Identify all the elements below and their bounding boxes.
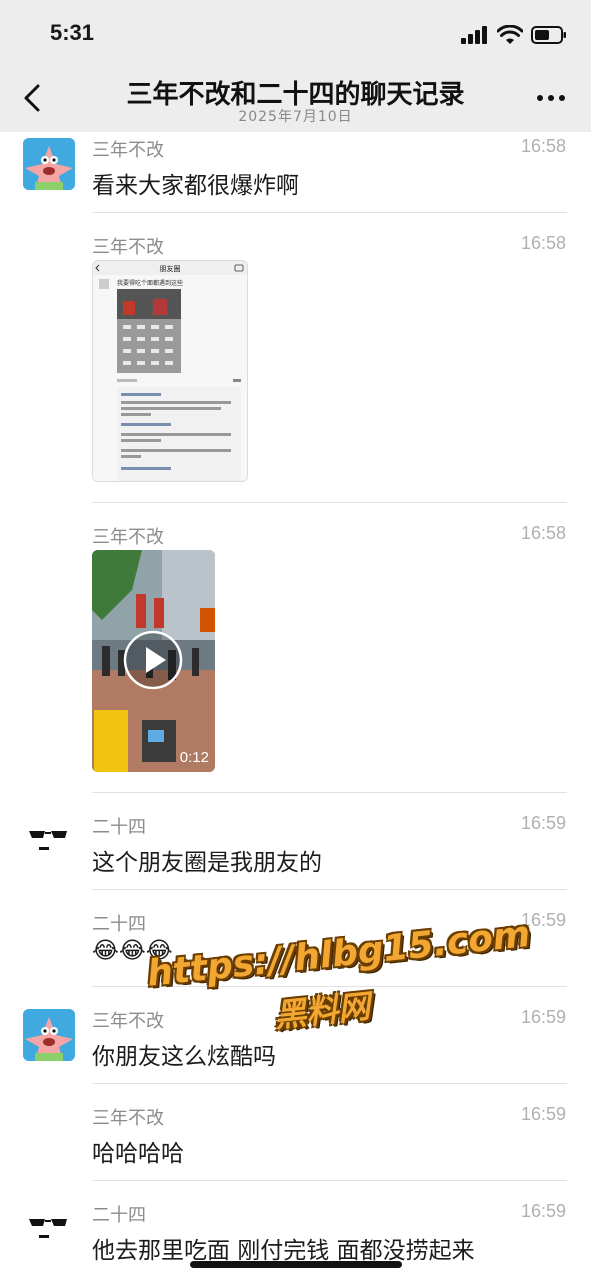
sender-name: 二十四 (92, 1205, 146, 1226)
message-time: 16:58 (520, 523, 566, 543)
sender-name: 三年不改 (92, 1108, 164, 1129)
sunglasses-face-avatar[interactable] (23, 1203, 75, 1255)
avatar-image (23, 815, 75, 867)
status-time: 5:31 (50, 20, 95, 45)
message-text: 他去那里吃面 刚付完钱 面都没捞起来 (92, 1238, 475, 1264)
more-dots-icon (537, 95, 565, 101)
message-item: 三年不改 16:59 哈哈哈哈 (0, 1085, 591, 1182)
wifi-icon (497, 25, 523, 44)
message-time: 16:59 (520, 813, 566, 833)
status-icons (461, 24, 567, 46)
message-time: 16:58 (520, 136, 566, 156)
divider (92, 212, 567, 213)
divider (92, 1180, 567, 1181)
image-message[interactable]: 朋友圈 我要得吃个面都遇到这些 (92, 260, 248, 482)
video-message[interactable]: 0:12 (92, 550, 215, 772)
avatar-image (23, 1009, 75, 1061)
home-indicator[interactable] (190, 1261, 402, 1268)
chat-history[interactable]: 三年不改 16:58 看来大家都很爆炸啊 三年不改 16:58 朋友圈 我要得吃… (0, 132, 591, 1280)
divider (92, 792, 567, 793)
signal-icon (461, 26, 487, 44)
image-header-text: 朋友圈 (160, 264, 181, 273)
video-thumbnail-image (92, 550, 215, 772)
message-item: 三年不改 16:58 看来大家都很爆炸啊 (0, 132, 591, 214)
message-time: 16:59 (520, 1007, 566, 1027)
divider (92, 502, 567, 503)
battery-icon (531, 26, 566, 44)
page-subtitle-date: 2025年7月10日 (238, 109, 353, 125)
message-text: 看来大家都很爆炸啊 (92, 173, 299, 199)
more-button[interactable] (531, 78, 571, 118)
patrick-star-avatar[interactable] (23, 138, 75, 190)
sunglasses-face-avatar[interactable] (23, 815, 75, 867)
message-item: 三年不改 16:58 0:12 (0, 504, 591, 794)
sender-name: 三年不改 (92, 237, 164, 258)
sender-name: 二十四 (92, 914, 146, 935)
message-item: 三年不改 16:58 朋友圈 我要得吃个面都遇到这些 (0, 214, 591, 504)
divider (92, 1083, 567, 1084)
message-text: 这个朋友圈是我朋友的 (92, 850, 322, 876)
status-bar: 5:31 (0, 0, 591, 62)
message-item: 二十四 16:59 这个朋友圈是我朋友的 (0, 794, 591, 891)
message-time: 16:59 (520, 1104, 566, 1124)
moments-screenshot-image: 朋友圈 我要得吃个面都遇到这些 (93, 261, 247, 481)
video-duration: 0:12 (179, 749, 209, 766)
message-time: 16:58 (520, 233, 566, 253)
divider (92, 889, 567, 890)
patrick-star-avatar[interactable] (23, 1009, 75, 1061)
sender-name: 二十四 (92, 817, 146, 838)
message-time: 16:59 (520, 1201, 566, 1221)
image-caption-text: 我要得吃个面都遇到这些 (117, 279, 183, 287)
avatar-image (23, 1203, 75, 1255)
avatar-image (23, 138, 75, 190)
sender-name: 三年不改 (92, 527, 164, 548)
message-text: 哈哈哈哈 (92, 1141, 184, 1167)
nav-bar: 三年不改和二十四的聊天记录 2025年7月10日 (0, 62, 591, 132)
sender-name: 三年不改 (92, 140, 164, 161)
